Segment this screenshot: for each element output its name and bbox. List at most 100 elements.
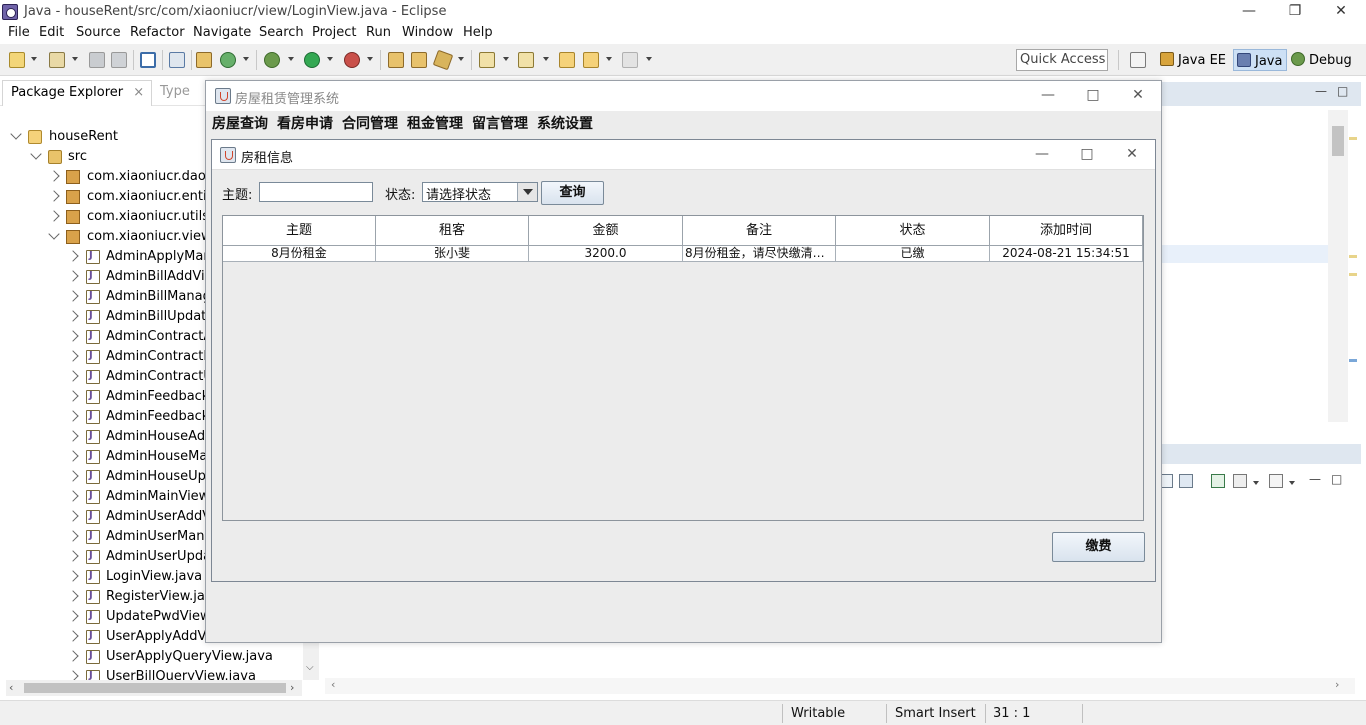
overview-marker[interactable] [1349,137,1357,140]
collapse-arrow-icon[interactable] [48,170,60,182]
perspective-java-ee[interactable]: Java EE [1160,49,1226,71]
debug-icon[interactable] [264,52,280,68]
column-header-remark[interactable]: 备注 [683,216,836,246]
collapse-arrow-icon[interactable] [67,530,79,542]
collapse-arrow-icon[interactable] [67,410,79,422]
perspective-java[interactable]: Java [1233,49,1287,71]
menu-viewing-request[interactable]: 看房申请 [277,113,333,133]
perspective-debug[interactable]: Debug [1291,49,1352,71]
collapse-arrow-icon[interactable] [48,210,60,222]
scrollbar-thumb[interactable] [1332,126,1344,156]
menu-navigate[interactable]: Navigate [193,25,251,40]
collapse-arrow-icon[interactable] [67,610,79,622]
open-project-icon[interactable] [388,52,404,68]
edit-icon[interactable] [432,49,454,71]
open-type-icon[interactable] [196,52,212,68]
collapse-arrow-icon[interactable] [67,310,79,322]
expand-arrow-icon[interactable] [48,228,60,240]
menu-run[interactable]: Run [366,25,391,40]
new-dropdown-icon[interactable] [31,57,37,61]
maximize-view-icon[interactable]: □ [1331,472,1342,486]
expand-arrow-icon[interactable] [30,148,42,160]
new-package-dropdown-icon[interactable] [72,57,78,61]
column-header-tenant[interactable]: 租客 [376,216,529,246]
collapse-arrow-icon[interactable] [67,290,79,302]
menu-project[interactable]: Project [312,25,356,40]
forward-arrow-icon[interactable] [622,52,638,68]
column-header-amount[interactable]: 金额 [529,216,683,246]
minimize-view-icon[interactable]: — [1315,84,1327,98]
previous-annotation-dropdown-icon[interactable] [543,57,549,61]
tab-type-hierarchy[interactable]: Type [160,84,190,99]
rent-info-close-button[interactable]: ✕ [1117,144,1147,166]
close-button[interactable]: ✕ [1318,0,1364,24]
minimize-view-icon[interactable]: — [1309,472,1321,486]
table-cell-remark[interactable]: 8月份租金，请尽快缴清，… [683,246,836,262]
rent-info-maximize-button[interactable]: □ [1072,144,1102,166]
scrollbar-thumb[interactable] [24,683,286,693]
run-dropdown-icon[interactable] [327,57,333,61]
debug-dropdown-icon[interactable] [288,57,294,61]
menu-help[interactable]: Help [463,25,493,40]
new-package-icon[interactable] [49,52,65,68]
collapse-arrow-icon[interactable] [67,550,79,562]
app-maximize-button[interactable]: □ [1078,85,1108,107]
collapse-arrow-icon[interactable] [67,650,79,662]
quick-access-input[interactable]: Quick Access [1016,49,1108,71]
menu-file[interactable]: File [8,25,30,40]
skip-breakpoints-icon[interactable] [169,52,185,68]
menu-window[interactable]: Window [402,25,453,40]
menu-rent-management[interactable]: 租金管理 [407,113,463,133]
last-edit-icon[interactable] [559,52,575,68]
edit-dropdown-icon[interactable] [458,57,464,61]
previous-annotation-icon[interactable] [518,52,534,68]
open-console-icon[interactable] [1211,474,1225,488]
subject-input[interactable] [259,182,373,202]
console-dropdown-icon[interactable] [1253,481,1259,485]
close-tab-icon[interactable]: × [133,85,144,100]
status-select[interactable]: 请选择状态 [422,182,538,203]
collapse-arrow-icon[interactable] [67,570,79,582]
collapse-arrow-icon[interactable] [67,390,79,402]
next-annotation-dropdown-icon[interactable] [503,57,509,61]
external-tools-icon[interactable] [344,52,360,68]
collapse-arrow-icon[interactable] [67,490,79,502]
new-console-icon[interactable] [1269,474,1283,488]
pay-button[interactable]: 缴费 [1052,532,1145,562]
next-annotation-icon[interactable] [479,52,495,68]
restore-button[interactable]: ❐ [1272,0,1318,24]
forward-dropdown-icon[interactable] [646,57,652,61]
new-console-dropdown-icon[interactable] [1289,481,1295,485]
menu-system-settings[interactable]: 系统设置 [537,113,593,133]
menu-contract-management[interactable]: 合同管理 [342,113,398,133]
app-minimize-button[interactable]: — [1033,85,1063,107]
table-cell-status[interactable]: 已缴 [836,246,990,262]
menu-edit[interactable]: Edit [39,25,64,40]
overview-marker[interactable] [1349,273,1357,276]
save-icon[interactable] [89,52,105,68]
scroll-right-icon[interactable]: › [290,681,294,694]
column-header-status[interactable]: 状态 [836,216,990,246]
expand-arrow-icon[interactable] [10,128,22,140]
refresh-dropdown-icon[interactable] [243,57,249,61]
collapse-arrow-icon[interactable] [67,250,79,262]
column-header-subject[interactable]: 主题 [223,216,376,246]
table-cell-added-time[interactable]: 2024-08-21 15:34:51 [990,246,1143,262]
scroll-left-icon[interactable]: ‹ [9,681,13,694]
run-icon[interactable] [304,52,320,68]
table-cell-amount[interactable]: 3200.0 [529,246,683,262]
editor-vertical-scrollbar[interactable] [1328,110,1348,422]
scroll-left-icon[interactable]: ‹ [331,678,335,691]
scroll-down-icon[interactable]: ⌵ [306,662,314,673]
back-arrow-icon[interactable] [583,52,599,68]
query-button[interactable]: 查询 [541,181,604,205]
refresh-icon[interactable] [220,52,236,68]
pin-console-icon[interactable] [1161,474,1173,488]
table-cell-subject[interactable]: 8月份租金 [223,246,376,262]
collapse-arrow-icon[interactable] [67,370,79,382]
back-dropdown-icon[interactable] [606,57,612,61]
collapse-arrow-icon[interactable] [67,270,79,282]
chevron-down-icon[interactable] [517,183,537,201]
console-view-icon[interactable] [1233,474,1247,488]
code-editor[interactable] [1161,106,1355,438]
